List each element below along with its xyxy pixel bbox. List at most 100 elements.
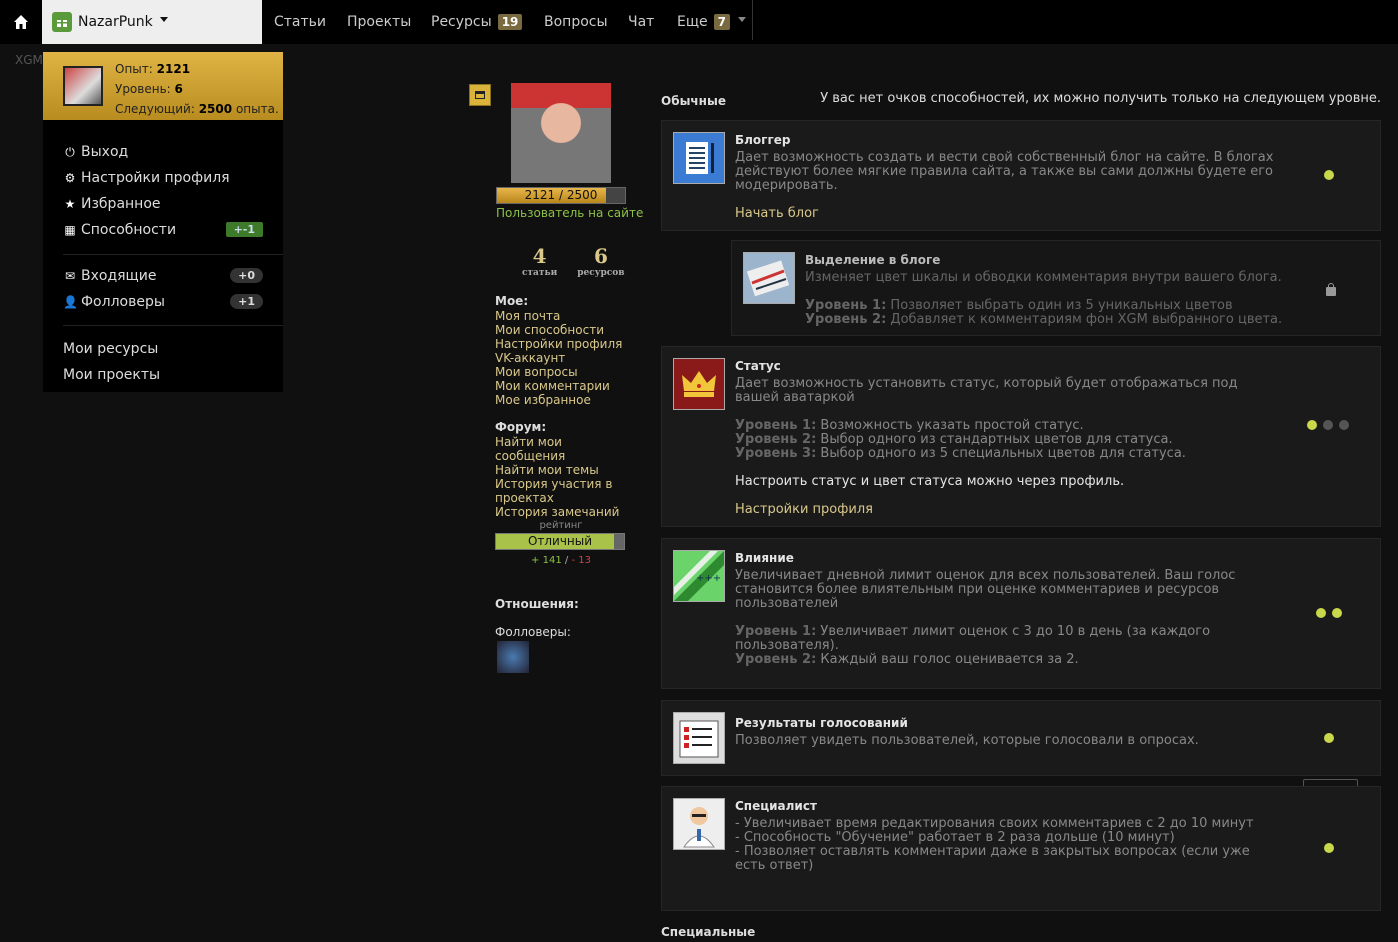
link-project-history[interactable]: История участия в проектах — [495, 477, 635, 505]
level-dot — [1316, 608, 1326, 618]
site-logo-text: XGM — [15, 53, 43, 67]
home-button[interactable] — [0, 0, 42, 44]
ability-poll-results: Результаты голосований Позволяет увидеть… — [661, 700, 1381, 776]
level-dot — [1332, 608, 1342, 618]
link-warnings-history[interactable]: История замечаний — [495, 505, 635, 519]
link-my-mail[interactable]: Моя почта — [495, 309, 622, 323]
link-my-favorites[interactable]: Мое избранное — [495, 393, 622, 407]
inbox-link[interactable]: ✉ Входящие — [63, 268, 157, 284]
nav-projects[interactable]: Проекты — [347, 0, 411, 44]
start-blog-link[interactable]: Начать блог — [735, 206, 819, 221]
mine-heading: Мое: — [495, 294, 529, 308]
favorites-link[interactable]: ★ Избранное — [63, 196, 161, 212]
articles-count[interactable]: 4 статьи — [522, 244, 557, 278]
divider — [63, 254, 283, 255]
link-find-topics[interactable]: Найти мои темы — [495, 463, 635, 477]
ability-influence: +++ Влияние Увеличивает дневной лимит оц… — [661, 538, 1381, 689]
votes: + 141 / - 13 — [531, 555, 591, 566]
logout-link[interactable]: ⏻ Выход — [63, 144, 128, 160]
user-dropdown-menu: Опыт: 2121 Уровень: 6 Следующий: 2500 оп… — [43, 52, 283, 392]
chevron-down-icon — [738, 16, 747, 22]
ability-desc: Позволяет увидеть пользователей, которые… — [735, 733, 1199, 748]
specialist-icon — [673, 798, 725, 850]
relations-heading: Отношения: — [495, 597, 579, 611]
crown-icon — [673, 358, 725, 410]
level-dot — [1323, 420, 1333, 430]
gift-icon — [52, 12, 72, 32]
group-normal-heading: Обычные — [661, 94, 726, 108]
star-icon: ★ — [64, 197, 76, 211]
ability-levels: Уровень 1: Увеличивает лимит оценок с 3 … — [735, 624, 1211, 667]
highlight-icon — [743, 252, 795, 304]
link-vk-account[interactable]: VK-аккаунт — [495, 351, 622, 365]
resources-count[interactable]: 6 ресурсов — [577, 244, 624, 278]
followers-link[interactable]: 👤 Фолловеры — [63, 294, 165, 310]
inbox-badge: +0 — [230, 268, 263, 283]
poll-icon — [673, 712, 725, 764]
followers-heading: Фолловеры: — [495, 625, 571, 639]
exp-line: Опыт: 2121 — [115, 62, 191, 76]
link-profile-settings[interactable]: Настройки профиля — [495, 337, 622, 351]
home-icon — [14, 15, 28, 29]
profile-avatar — [511, 83, 611, 183]
profile-counts: 4 статьи 6 ресурсов — [522, 244, 625, 278]
nav-divider — [752, 0, 753, 40]
ability-title: Статус — [735, 359, 781, 373]
user-icon: 👤 — [63, 295, 78, 309]
chevron-down-icon — [159, 16, 168, 22]
link-my-abilities[interactable]: Мои способности — [495, 323, 622, 337]
nav-articles[interactable]: Статьи — [274, 0, 326, 44]
ability-desc: Изменяет цвет шкалы и обводки комментари… — [805, 270, 1282, 285]
ability-blog-highlight: Выделение в блоге Изменяет цвет шкалы и … — [731, 240, 1381, 336]
status-info: Настроить статус и цвет статуса можно че… — [735, 474, 1125, 489]
svg-text:+++: +++ — [696, 573, 721, 584]
nav-resources[interactable]: Ресурсы 19 — [431, 0, 523, 44]
online-status: Пользователь на сайте — [496, 206, 644, 220]
gift-icon: ▦ — [64, 223, 76, 237]
ability-desc: Дает возможность создать и вести свой со… — [735, 150, 1274, 193]
forum-links: Найти мои сообщения Найти мои темы Истор… — [495, 435, 635, 519]
ability-status: Статус Дает возможность установить стату… — [661, 346, 1381, 801]
link-my-comments[interactable]: Мои комментарии — [495, 379, 622, 393]
ability-title: Выделение в блоге — [805, 253, 941, 267]
ability-title: Результаты голосований — [735, 716, 908, 730]
no-points-notice: У вас нет очков способностей, их можно п… — [820, 91, 1381, 106]
mine-links: Моя почта Мои способности Настройки проф… — [495, 309, 622, 407]
experience-panel: Опыт: 2121 Уровень: 6 Следующий: 2500 оп… — [43, 52, 283, 120]
nav-chat[interactable]: Чат — [628, 0, 654, 44]
ability-blogger: Блоггер Дает возможность создать и вести… — [661, 120, 1381, 231]
username: NazarPunk — [78, 14, 153, 30]
abilities-badge: +-1 — [225, 222, 263, 237]
follower-avatar[interactable] — [497, 641, 529, 673]
more-count-badge: 7 — [713, 14, 731, 30]
level-dot — [1324, 170, 1334, 180]
ability-title: Влияние — [735, 551, 794, 565]
profile-settings-link[interactable]: ⚙ Настройки профиля — [63, 170, 230, 186]
xp-progress-bar: 2121 / 2500 — [496, 187, 626, 204]
ability-desc: - Увеличивает время редактирования своих… — [735, 816, 1254, 873]
collapse-icon[interactable] — [469, 84, 491, 106]
nav-questions[interactable]: Вопросы — [544, 0, 608, 44]
ability-levels: Уровень 1: Позволяет выбрать один из 5 у… — [805, 298, 1283, 327]
ability-specialist: Специалист - Увеличивает время редактиро… — [661, 786, 1381, 911]
influence-icon: +++ — [673, 550, 725, 602]
ability-desc: Дает возможность установить статус, кото… — [735, 376, 1238, 405]
gear-icon: ⚙ — [64, 171, 76, 185]
user-menu-toggle[interactable]: NazarPunk — [42, 0, 262, 44]
level-dot — [1307, 420, 1317, 430]
power-icon: ⏻ — [65, 144, 75, 159]
level-line: Уровень: 6 — [115, 82, 183, 96]
my-projects-link[interactable]: Мои проекты — [63, 367, 160, 383]
group-special-heading: Специальные — [661, 925, 756, 939]
link-my-questions[interactable]: Мои вопросы — [495, 365, 622, 379]
ability-levels: Уровень 1: Возможность указать простой с… — [735, 418, 1186, 461]
rating-label: рейтинг — [539, 520, 583, 531]
rating-bar: Отличный — [495, 533, 625, 550]
divider — [63, 325, 283, 326]
level-dot — [1324, 733, 1334, 743]
avatar — [63, 66, 103, 106]
link-find-messages[interactable]: Найти мои сообщения — [495, 435, 635, 463]
my-resources-link[interactable]: Мои ресурсы — [63, 341, 158, 357]
profile-settings-link[interactable]: Настройки профиля — [735, 502, 873, 517]
nav-more[interactable]: Еще 7 — [677, 0, 747, 44]
